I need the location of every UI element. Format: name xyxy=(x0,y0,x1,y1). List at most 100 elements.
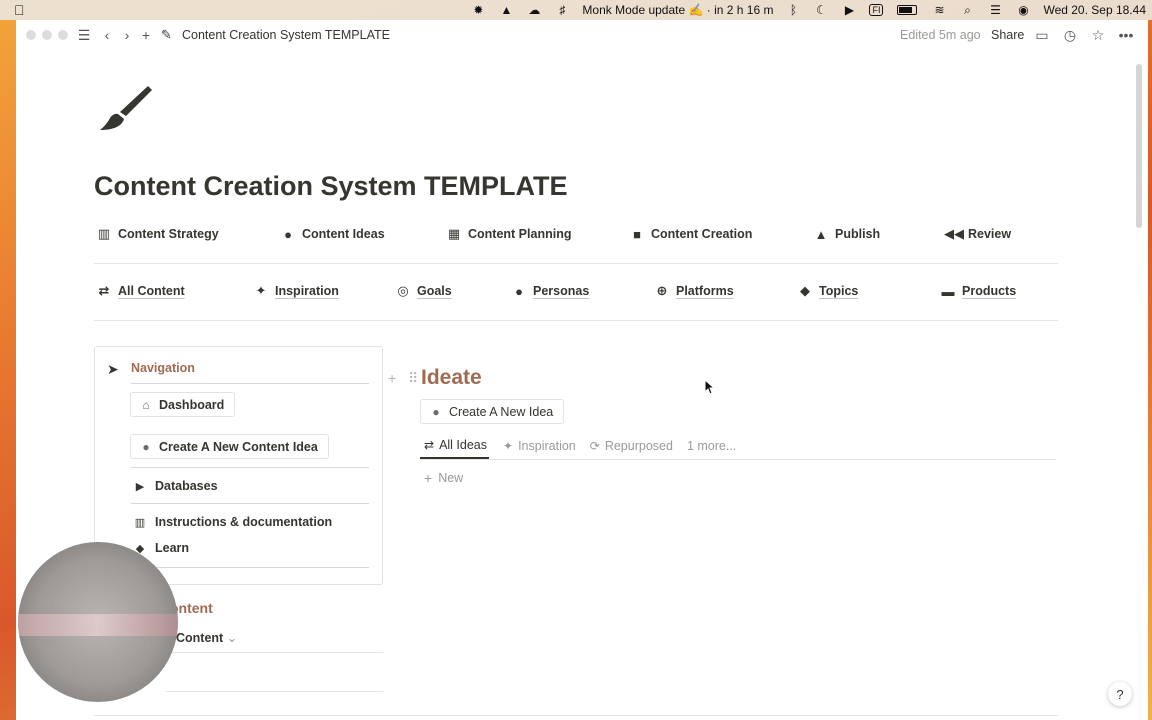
navigation-heading: Navigation xyxy=(131,361,195,375)
calendar-notification[interactable]: Monk Mode update ✍️ · in 2 h 16 m xyxy=(582,3,773,17)
target-icon: ◎ xyxy=(397,283,409,298)
link-content-creation[interactable]: ■ Content Creation xyxy=(629,226,752,242)
link-label: Personas xyxy=(533,284,590,298)
tab-repurposed[interactable]: ⟳ Repurposed xyxy=(590,433,673,459)
divider xyxy=(166,652,383,653)
rocket-icon: ▲ xyxy=(814,226,828,242)
book-icon: ▦ xyxy=(447,226,461,241)
comments-icon[interactable]: ▭ xyxy=(1033,26,1051,44)
wifi-icon[interactable]: ≋ xyxy=(931,3,947,17)
notion-window: ☰ ‹ › + ✎ Content Creation System TEMPLA… xyxy=(16,20,1148,720)
sidebar-toggle-icon[interactable]: ☰ xyxy=(75,26,93,44)
navigation-arrow-icon: ➤ xyxy=(107,361,119,377)
block-add-handle-icon[interactable]: + ⠿ xyxy=(388,370,422,387)
tab-more[interactable]: 1 more... xyxy=(687,433,736,459)
link-content-ideas[interactable]: ● Content Ideas xyxy=(280,226,385,242)
home-icon: ⌂ xyxy=(142,397,150,412)
content-toggle[interactable]: Content ⌄ xyxy=(176,630,237,645)
link-label: Learn xyxy=(155,541,190,555)
databases-toggle[interactable]: ▶ Databases xyxy=(133,479,218,493)
button-label: Create A New Idea xyxy=(449,404,554,419)
webcam-overlay xyxy=(18,542,178,702)
back-icon[interactable]: ‹ xyxy=(98,26,116,44)
hashtag-icon[interactable]: ♯ xyxy=(554,3,570,17)
apple-icon[interactable]:  xyxy=(14,2,25,18)
tab-all-ideas[interactable]: ⇄ All Ideas xyxy=(420,433,490,459)
link-label: Goals xyxy=(417,284,452,298)
learn-link[interactable]: ◆ Learn xyxy=(133,541,189,555)
plus-icon: + xyxy=(424,470,433,486)
control-center-icon[interactable]: ☰ xyxy=(987,3,1003,17)
link-label: Topics xyxy=(819,284,859,298)
primary-nav-row: ▥ Content Strategy ● Content Ideas ▦ Con… xyxy=(94,226,1058,246)
paintbrush-page-icon[interactable] xyxy=(96,82,156,134)
link-publish[interactable]: ▲ Publish xyxy=(813,226,881,242)
share-button[interactable]: Share xyxy=(991,28,1024,42)
brightness-icon[interactable]: ✹ xyxy=(470,3,486,17)
breadcrumb[interactable]: Content Creation System TEMPLATE xyxy=(182,28,390,42)
divider xyxy=(131,467,369,468)
divider xyxy=(94,263,1058,264)
favorite-star-icon[interactable]: ☆ xyxy=(1089,26,1107,44)
tab-label: Inspiration xyxy=(518,439,576,453)
map-icon: ▥ xyxy=(97,226,111,241)
shapes-icon: ◆ xyxy=(800,283,810,298)
forward-icon[interactable]: › xyxy=(118,26,136,44)
edited-status: Edited 5m ago xyxy=(900,28,981,42)
create-new-idea-button[interactable]: ● Create A New Idea xyxy=(420,399,565,424)
history-icon[interactable]: ◷ xyxy=(1061,26,1079,44)
app-a-icon[interactable]: ▲ xyxy=(498,3,514,17)
ideate-heading[interactable]: Ideate xyxy=(421,366,482,390)
divider xyxy=(131,567,369,568)
moon-icon[interactable]: ☾ xyxy=(813,3,829,17)
link-review[interactable]: ◀◀ Review xyxy=(944,226,1012,242)
tab-inspiration[interactable]: ✦ Inspiration xyxy=(503,433,576,459)
divider xyxy=(131,383,369,384)
link-personas[interactable]: ● Personas xyxy=(511,283,589,299)
paintbrush-icon: ✎ xyxy=(161,27,172,42)
link-all-content[interactable]: ⇄ All Content xyxy=(96,283,185,299)
chevron-down-icon: ⌄ xyxy=(226,631,238,645)
instructions-link[interactable]: ▥ Instructions & documentation xyxy=(133,515,332,529)
help-button[interactable]: ? xyxy=(1108,682,1132,706)
link-content-strategy[interactable]: ▥ Content Strategy xyxy=(96,226,219,242)
lightbulb-icon: ● xyxy=(284,226,292,242)
button-label: Dashboard xyxy=(159,397,225,412)
repeat-icon: ⟳ xyxy=(589,439,600,453)
divider xyxy=(166,691,383,692)
window-controls xyxy=(26,30,74,40)
create-content-idea-button[interactable]: ● Create A New Content Idea xyxy=(130,434,329,459)
search-icon[interactable]: ⌕ xyxy=(959,3,975,17)
link-label: All Content xyxy=(118,284,185,298)
close-window-button[interactable] xyxy=(26,30,36,40)
cloud-icon[interactable]: ☁ xyxy=(526,3,542,17)
video-camera-icon: ■ xyxy=(633,226,641,242)
link-label: Instructions & documentation xyxy=(155,515,333,529)
divider xyxy=(94,715,1058,716)
link-goals[interactable]: ◎ Goals xyxy=(395,283,452,299)
link-platforms[interactable]: ⊕ Platforms xyxy=(654,283,734,299)
page-scrollbar[interactable] xyxy=(1136,64,1142,228)
bluetooth-icon[interactable]: ᛒ xyxy=(785,3,801,17)
input-source-badge[interactable]: FI xyxy=(869,4,884,16)
link-products[interactable]: ▬ Products xyxy=(940,283,1017,299)
divider xyxy=(420,459,1056,460)
link-label: Review xyxy=(968,227,1012,241)
link-label: Content Ideas xyxy=(302,227,385,241)
link-content-planning[interactable]: ▦ Content Planning xyxy=(446,226,572,242)
battery-icon[interactable] xyxy=(897,5,918,15)
page-title[interactable]: Content Creation System TEMPLATE xyxy=(94,171,568,202)
siri-icon[interactable]: ◉ xyxy=(1015,3,1031,17)
new-item-button[interactable]: + New xyxy=(424,470,463,486)
play-icon[interactable]: ▶ xyxy=(841,3,857,17)
link-inspiration[interactable]: ✦ Inspiration xyxy=(253,283,339,299)
link-topics[interactable]: ◆ Topics xyxy=(797,283,858,299)
menu-bar-clock[interactable]: Wed 20. Sep 18.44 xyxy=(1043,3,1146,17)
new-page-icon[interactable]: + xyxy=(137,26,155,44)
person-icon: ● xyxy=(515,283,523,299)
zoom-window-button[interactable] xyxy=(58,30,68,40)
window-topbar: ☰ ‹ › + ✎ Content Creation System TEMPLA… xyxy=(16,20,1148,50)
more-options-icon[interactable]: ••• xyxy=(1117,26,1135,44)
dashboard-button[interactable]: ⌂ Dashboard xyxy=(130,392,236,417)
minimize-window-button[interactable] xyxy=(42,30,52,40)
